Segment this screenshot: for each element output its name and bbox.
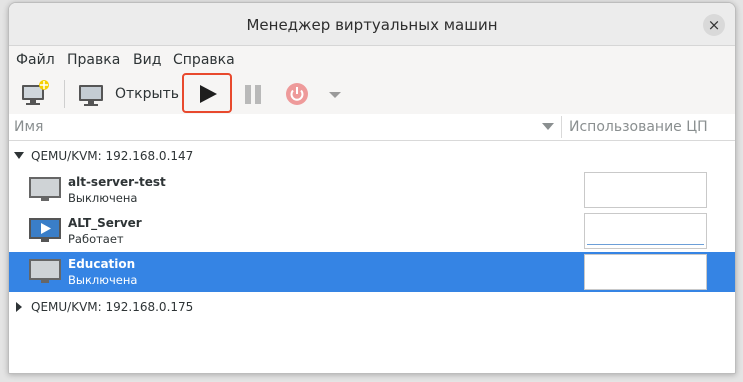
open-button[interactable]: Открыть	[115, 86, 179, 102]
vm-list: QEMU/KVM: 192.168.0.147 alt-server-test …	[9, 141, 735, 373]
vm-running-icon	[29, 218, 61, 242]
expander-collapsed-icon[interactable]	[14, 302, 24, 312]
run-button[interactable]	[182, 73, 232, 113]
power-icon[interactable]	[284, 78, 312, 110]
vm-off-icon	[29, 177, 61, 201]
vm-row[interactable]: ALT_Server Работает	[9, 211, 735, 251]
cpu-usage-graph	[584, 172, 707, 208]
vm-row[interactable]: alt-server-test Выключена	[9, 170, 735, 210]
virt-manager-window: Менеджер виртуальных машин × Файл Правка…	[8, 2, 736, 374]
monitor-icon[interactable]	[77, 78, 107, 110]
close-button[interactable]: ×	[703, 14, 725, 36]
vm-name: alt-server-test	[68, 175, 166, 189]
column-cpu-usage[interactable]: Использование ЦП	[569, 119, 708, 135]
column-divider[interactable]	[561, 116, 562, 138]
vm-state: Выключена	[68, 191, 138, 205]
menu-edit[interactable]: Правка	[67, 52, 120, 68]
expander-expanded-icon[interactable]	[14, 151, 24, 161]
vm-state: Работает	[68, 232, 124, 246]
column-header: Имя Использование ЦП	[9, 114, 735, 141]
vm-name: Education	[68, 257, 136, 271]
menu-file[interactable]: Файл	[16, 52, 55, 68]
window-title: Менеджер виртуальных машин	[246, 16, 498, 34]
menu-view[interactable]: Вид	[133, 52, 161, 68]
menu-help[interactable]: Справка	[173, 52, 235, 68]
connection-row[interactable]: QEMU/KVM: 192.168.0.175	[9, 294, 735, 320]
vm-row-selected[interactable]: Education Выключена	[9, 252, 735, 292]
cpu-usage-line	[587, 244, 704, 245]
pause-icon[interactable]	[242, 78, 266, 110]
vm-name: ALT_Server	[68, 216, 142, 230]
connection-label: QEMU/KVM: 192.168.0.175	[31, 300, 194, 314]
column-name[interactable]: Имя	[14, 119, 43, 135]
close-icon: ×	[707, 16, 721, 34]
title-bar[interactable]: Менеджер виртуальных машин ×	[9, 3, 735, 46]
play-icon	[200, 85, 217, 103]
cpu-usage-graph	[584, 254, 707, 290]
connection-row[interactable]: QEMU/KVM: 192.168.0.147	[9, 143, 735, 169]
toolbar-separator	[64, 80, 65, 108]
new-vm-icon[interactable]	[19, 78, 51, 110]
vm-state: Выключена	[68, 273, 138, 287]
connection-label: QEMU/KVM: 192.168.0.147	[31, 149, 194, 163]
toolbar: Открыть	[9, 73, 735, 115]
vm-off-icon	[29, 259, 61, 283]
sort-arrow-icon[interactable]	[542, 123, 554, 131]
chevron-down-icon[interactable]	[327, 78, 343, 110]
cpu-usage-graph	[584, 213, 707, 249]
menu-bar: Файл Правка Вид Справка	[9, 46, 735, 74]
